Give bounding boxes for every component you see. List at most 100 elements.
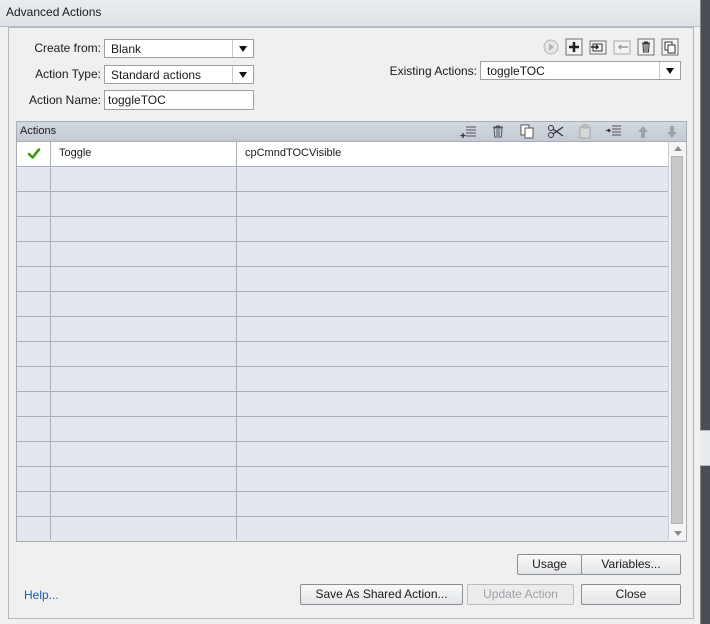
existing-actions-select[interactable]: toggleTOC [480,61,681,80]
copy-row-icon[interactable] [518,123,536,140]
action-cell[interactable] [51,217,237,241]
action-cell[interactable] [51,367,237,391]
existing-actions-label: Existing Actions: [389,64,477,78]
status-cell [17,242,51,266]
action-cell[interactable] [51,242,237,266]
table-row[interactable] [17,517,668,540]
update-action-button[interactable]: Update Action [467,584,574,605]
target-cell[interactable] [237,192,668,216]
target-cell[interactable] [237,167,668,191]
table-row[interactable] [17,267,668,292]
action-cell[interactable] [51,517,237,540]
chevron-down-icon[interactable] [232,66,253,83]
target-cell[interactable] [237,417,668,441]
scroll-down-icon[interactable] [669,526,686,540]
table-row[interactable] [17,167,668,192]
action-name-input[interactable]: toggleTOC [104,90,254,110]
background-window-edge [700,430,710,466]
status-cell [17,492,51,516]
table-row[interactable]: Toggle cpCmndTOCVisible [17,142,668,167]
actions-panel-header: Actions [17,122,686,142]
cut-icon[interactable] [547,123,565,140]
existing-actions-value: toggleTOC [487,64,545,78]
target-cell[interactable] [237,317,668,341]
target-cell[interactable] [237,242,668,266]
paste-icon[interactable] [576,123,594,140]
usage-button[interactable]: Usage [517,554,582,575]
table-row[interactable] [17,392,668,417]
vertical-scrollbar[interactable] [668,142,686,540]
action-cell[interactable]: Toggle [51,142,237,166]
move-down-icon[interactable] [663,123,681,140]
action-cell[interactable] [51,342,237,366]
status-cell [17,417,51,441]
create-from-label: Create from: [34,41,101,55]
create-from-value: Blank [111,42,142,56]
status-cell [17,317,51,341]
table-row[interactable] [17,342,668,367]
duplicate-icon[interactable] [589,38,607,56]
table-row[interactable] [17,417,668,442]
action-cell[interactable] [51,492,237,516]
action-cell[interactable] [51,392,237,416]
target-cell-text: cpCmndTOCVisible [245,147,342,159]
actions-panel: Actions Toggle cpCmndTOCVisible [16,121,687,542]
chevron-down-icon[interactable] [659,62,680,79]
action-cell[interactable] [51,192,237,216]
chevron-down-icon[interactable] [232,40,253,57]
status-cell [17,442,51,466]
move-up-icon[interactable] [634,123,652,140]
table-row[interactable] [17,217,668,242]
scroll-up-icon[interactable] [669,142,686,156]
target-cell[interactable] [237,217,668,241]
target-cell[interactable] [237,292,668,316]
scrollbar-thumb[interactable] [671,156,683,524]
table-row[interactable] [17,492,668,517]
table-row[interactable] [17,442,668,467]
add-row-icon[interactable] [460,123,478,140]
table-row[interactable] [17,292,668,317]
table-row[interactable] [17,242,668,267]
table-row[interactable] [17,317,668,342]
import-icon[interactable] [613,38,631,56]
action-cell[interactable] [51,167,237,191]
action-cell[interactable] [51,267,237,291]
variables-button[interactable]: Variables... [581,554,681,575]
target-cell[interactable] [237,517,668,540]
status-cell [17,192,51,216]
insert-row-icon[interactable] [605,123,623,140]
help-link[interactable]: Help... [24,588,59,602]
action-cell[interactable] [51,292,237,316]
target-cell[interactable] [237,367,668,391]
add-icon[interactable] [565,38,583,56]
action-cell[interactable] [51,317,237,341]
target-cell[interactable] [237,392,668,416]
status-cell [17,292,51,316]
table-row[interactable] [17,467,668,492]
status-cell [17,467,51,491]
target-cell[interactable] [237,442,668,466]
action-cell-text: Toggle [59,147,92,159]
delete-row-icon[interactable] [489,123,507,140]
title-bar[interactable]: Advanced Actions [0,0,700,27]
target-cell[interactable]: cpCmndTOCVisible [237,142,668,166]
action-cell[interactable] [51,442,237,466]
preview-icon[interactable] [542,38,560,56]
status-cell [17,367,51,391]
table-row[interactable] [17,192,668,217]
target-cell[interactable] [237,342,668,366]
target-cell[interactable] [237,467,668,491]
window-title: Advanced Actions [6,5,102,19]
action-type-select[interactable]: Standard actions [104,65,254,84]
status-cell [17,267,51,291]
action-cell[interactable] [51,467,237,491]
target-cell[interactable] [237,267,668,291]
action-cell[interactable] [51,417,237,441]
save-shared-action-button[interactable]: Save As Shared Action... [300,584,463,605]
close-button[interactable]: Close [581,584,681,605]
create-from-select[interactable]: Blank [104,39,254,58]
table-row[interactable] [17,367,668,392]
copy-icon[interactable] [661,38,679,56]
target-cell[interactable] [237,492,668,516]
delete-icon[interactable] [637,38,655,56]
